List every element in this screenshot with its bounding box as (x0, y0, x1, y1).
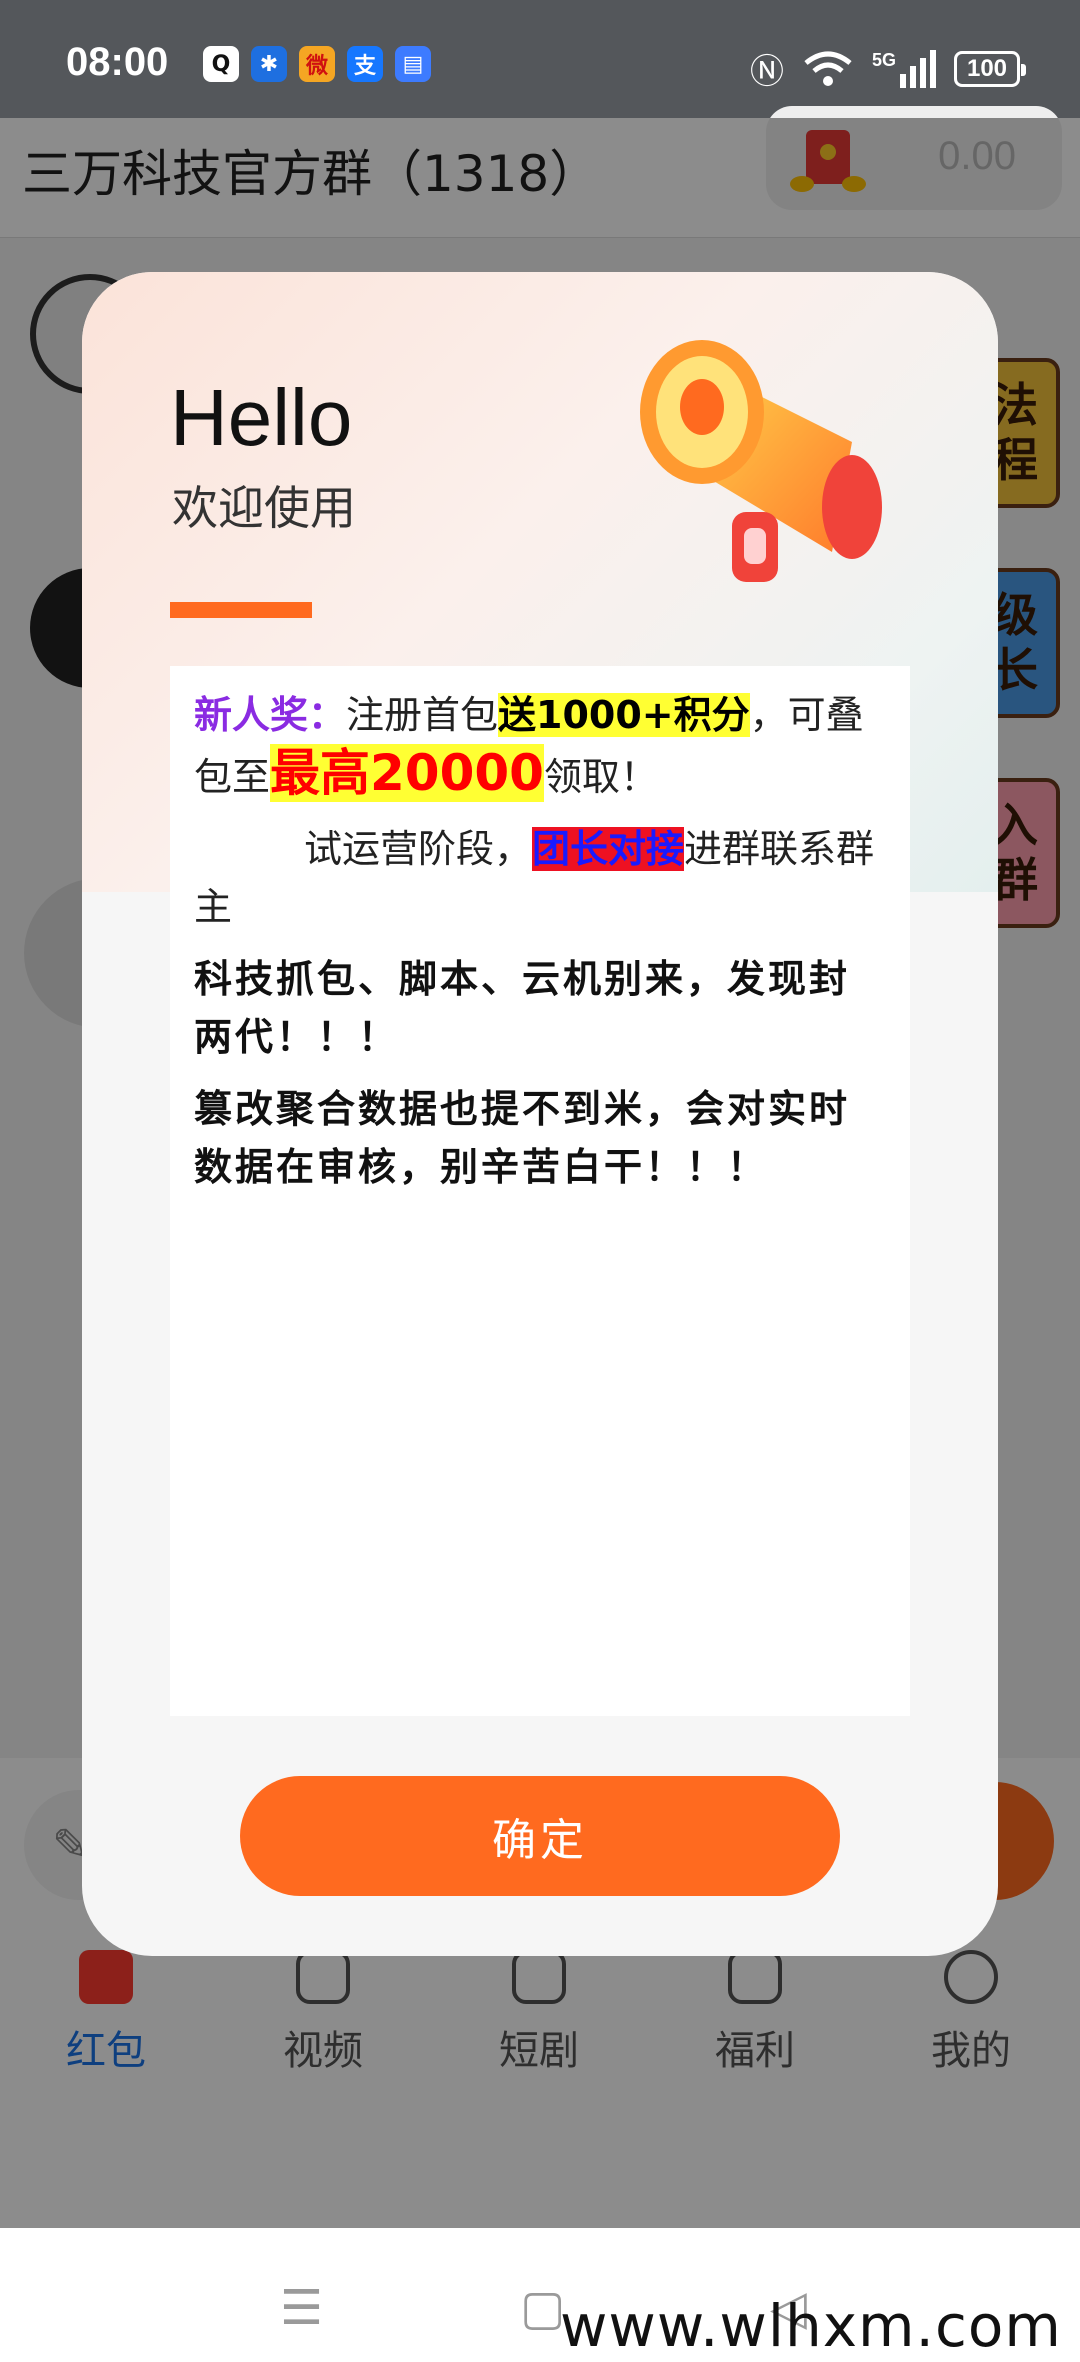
signal-icon: 5G (871, 49, 936, 88)
notice-paragraph-4: 篡改聚合数据也提不到米，会对实时数据在审核，别辛苦白干！！！ (194, 1087, 851, 1189)
new-user-reward-label: 新人奖： (194, 693, 347, 737)
confirm-button[interactable]: 确定 (240, 1776, 840, 1896)
home-button[interactable]: ▢ (520, 2280, 565, 2336)
highlight-leader: 团长对接 (532, 827, 685, 871)
dialog-greeting: Hello (170, 373, 353, 462)
highlight-points: 送1000+积分 (498, 693, 750, 737)
watermark: www.wlhxm.com (560, 2292, 1062, 2360)
notice-text: 注册首包 (346, 693, 499, 737)
status-bar: 08:00 Q ✱ 微 支 ▤ Ⓝ 5G 100 (0, 0, 1080, 118)
alipay-icon: 支 (347, 46, 383, 82)
notice-paragraph-3: 科技抓包、脚本、云机别来，发现封两代！！！ (194, 957, 851, 1059)
notice-paragraph-1: 新人奖：注册首包送1000+积分，可叠包至最高20000领取！ (194, 686, 886, 806)
menu-button[interactable]: ☰ (280, 2280, 323, 2336)
status-indicators: Ⓝ 5G 100 (749, 44, 1026, 93)
weibo-icon: 微 (299, 46, 335, 82)
notice-text: 领取！ (543, 755, 658, 799)
signal-label: 5G (871, 49, 896, 70)
battery-indicator: 100 (954, 50, 1026, 87)
status-app-icons: Q ✱ 微 支 ▤ (203, 46, 431, 82)
wifi-icon (804, 51, 852, 86)
pinwheel-icon: ✱ (251, 46, 287, 82)
notice-box: 新人奖：注册首包送1000+积分，可叠包至最高20000领取！ 试运营阶段，团长… (170, 666, 910, 1716)
qq-icon: Q (203, 46, 239, 82)
dialog-subtitle: 欢迎使用 (172, 481, 356, 535)
highlight-max: 最高20000 (270, 744, 544, 802)
nfc-icon: Ⓝ (749, 52, 784, 92)
status-time: 08:00 (66, 40, 169, 84)
notice-paragraph-2: 试运营阶段，团长对接进群联系群主 (194, 820, 886, 936)
welcome-dialog: Hello 欢迎使用 新人奖：注册首包送1000+积分，可叠包至最高20000领… (82, 272, 998, 1956)
accent-divider (170, 602, 312, 618)
notice-text: 试运营阶段， (304, 827, 533, 871)
megaphone-icon (640, 340, 882, 582)
doc-icon: ▤ (395, 46, 431, 82)
